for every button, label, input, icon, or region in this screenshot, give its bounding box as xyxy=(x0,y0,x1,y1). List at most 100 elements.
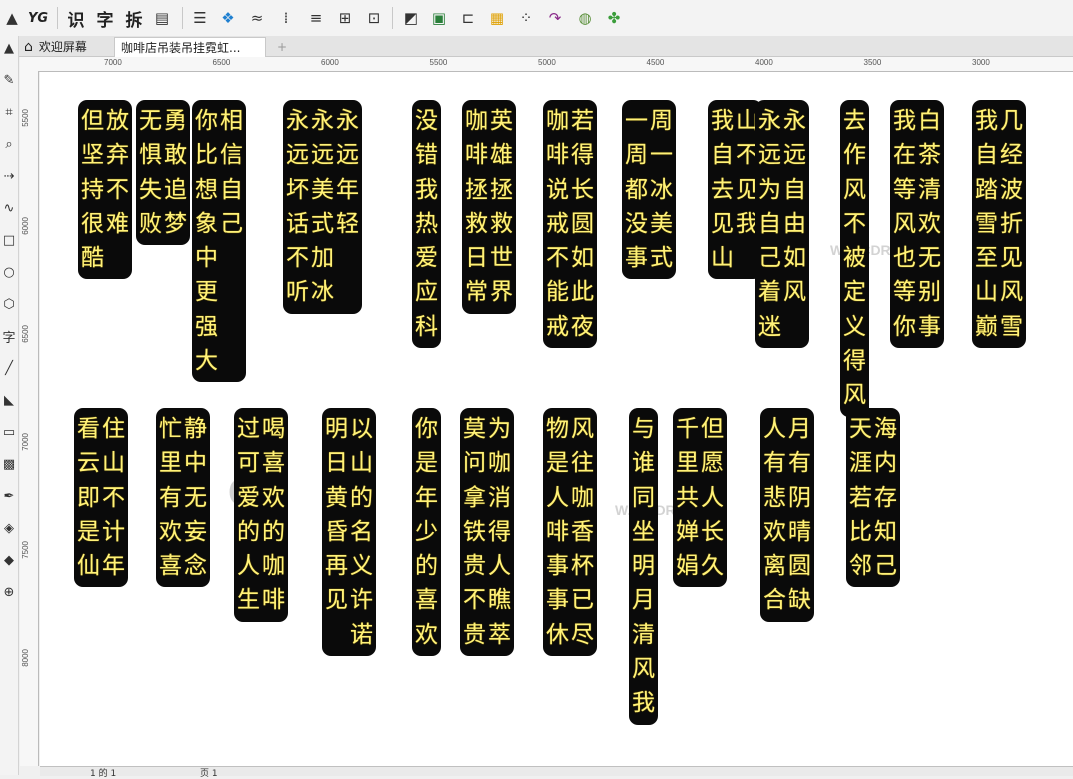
text-column: 白茶清欢无别事白茶清欢无别事 xyxy=(918,104,941,344)
toolbox-tool-icon[interactable]: ⌗ xyxy=(1,104,17,120)
toolbox-tool-icon[interactable]: ⌕ xyxy=(1,136,17,152)
neon-char: 莫 xyxy=(463,416,486,442)
neon-char: 茶 xyxy=(918,142,941,169)
text-columns-icon[interactable]: ⊏ xyxy=(458,8,478,28)
globe-icon[interactable]: ◍ xyxy=(575,8,595,28)
distribute-icon[interactable]: ⁞ xyxy=(276,8,296,28)
page-icon[interactable]: ▤ xyxy=(152,8,172,28)
neon-text-strip[interactable]: 白茶清欢无别事白茶清欢无别事我在等风也等你我在等风也等你 xyxy=(890,100,944,349)
toolbox-tool-icon[interactable]: ✒ xyxy=(1,488,17,504)
toolbox-tool-icon[interactable]: ∿ xyxy=(1,200,17,216)
toolbox-tool-icon[interactable]: ◈ xyxy=(1,520,17,536)
neon-char: 过 xyxy=(237,416,260,442)
neon-text-strip[interactable]: 英雄拯救世界英雄拯救世界咖啡拯救日常咖啡拯救日常 xyxy=(462,100,516,314)
neon-text-strip[interactable]: 为咖消得人瞧萃为咖消得人瞧萃莫问拿铁贵不贵莫问拿铁贵不贵 xyxy=(460,408,514,657)
image-icon[interactable]: ▣ xyxy=(429,8,449,28)
toolbox-tool-icon[interactable]: ⇢ xyxy=(1,168,17,184)
text-column: 无惧失败无惧失败 xyxy=(139,104,162,241)
neon-char: 不 xyxy=(463,587,486,614)
text-column: 明日黄昏再见明日黄昏再见 xyxy=(325,412,348,652)
align-icon[interactable]: ⊞ xyxy=(335,8,355,28)
neon-text-strip[interactable]: 没错我热爱应科没错我热爱应科 xyxy=(412,100,441,349)
neon-char: 着 xyxy=(758,279,781,306)
yg-plugin-icon[interactable]: YG xyxy=(28,8,48,28)
neon-text-strip[interactable]: 海内存知己海内存知己天涯若比邻天涯若比邻 xyxy=(846,408,900,588)
neon-text-strip[interactable]: 月有阴晴圆缺月有阴晴圆缺人有悲欢离合人有悲欢离合 xyxy=(760,408,814,622)
neon-char: 名 xyxy=(350,518,373,545)
neon-char: 诺 xyxy=(350,621,373,648)
neon-char: 有 xyxy=(159,484,182,511)
char-button[interactable]: 字 xyxy=(95,8,115,31)
neon-char: 巅 xyxy=(975,313,998,340)
neon-text-strip[interactable]: 永远年轻永远年轻永远美式加冰永远美式加冰永远坏话不听永远坏话不听 xyxy=(283,100,362,314)
toolbox-tool-icon[interactable]: ✎ xyxy=(1,72,17,88)
neon-text-strip[interactable]: 勇敢追梦勇敢追梦无惧失败无惧失败 xyxy=(136,100,190,246)
neon-text-strip[interactable]: 喝喜欢的咖啡喝喜欢的咖啡过可爱的人生过可爱的人生 xyxy=(234,408,288,622)
neon-text-strip[interactable]: 山不见我山不见我我自去见山我自去见山 xyxy=(708,100,762,280)
redo-icon[interactable]: ↷ xyxy=(545,8,565,28)
neon-char: 冰 xyxy=(311,279,334,306)
toolbox: ▲ ✎ ⌗ ⌕ ⇢ ∿ □ ○ ⬡ 字 ╱ ◣ ▭ ▩ ✒ ◈ ◆ ⊕ xyxy=(0,36,19,775)
neon-char: 事 xyxy=(546,553,569,580)
tab-welcome[interactable]: ⌂ 欢迎屏幕 xyxy=(20,37,112,56)
neon-char: 己 xyxy=(874,553,897,580)
neon-text-strip[interactable]: 周一冰美式周一冰美式一周都没事一周都没事 xyxy=(622,100,676,280)
neon-char: 晴 xyxy=(788,518,811,545)
tab-document[interactable]: 咖啡店吊装吊挂霓虹... xyxy=(114,37,266,57)
neon-text-strip[interactable]: 住山不计年住山不计年看云即是仙看云即是仙 xyxy=(74,408,128,588)
neon-text-strip[interactable]: 去作风不被定义得风去作风不被定义得风 xyxy=(840,100,869,417)
neon-text-strip[interactable]: 你是年少的喜欢你是年少的喜欢 xyxy=(412,408,441,657)
neon-text-strip[interactable]: 若得长圆如此夜若得长圆如此夜咖啡说戒不能戒咖啡说戒不能戒 xyxy=(543,100,597,349)
page-navigator[interactable]: 1 的 1 xyxy=(90,766,116,779)
neon-text-strip[interactable]: 以山的名义许诺以山的名义许诺明日黄昏再见明日黄昏再见 xyxy=(322,408,376,657)
neon-text-strip[interactable]: 几经波折见风雪几经波折见风雪我自踏雪至山巅我自踏雪至山巅 xyxy=(972,100,1026,349)
neon-char: 杯 xyxy=(571,553,594,580)
drawing-canvas[interactable]: CD CD W.C.CDR.CO W.C.CDR.CO 放弃不难放弃不难但坚持很… xyxy=(40,72,1073,766)
toolbox-tool-icon[interactable]: ▭ xyxy=(1,424,17,440)
toolbox-tool-icon[interactable]: ╱ xyxy=(1,360,17,376)
neon-text-strip[interactable]: 永远自由如风永远自由如风永远为自己着迷永远为自己着迷 xyxy=(755,100,809,349)
list-icon[interactable]: ☰ xyxy=(190,8,210,28)
neon-text-strip[interactable]: 但愿人长久但愿人长久千里共婵娟千里共婵娟 xyxy=(673,408,727,588)
toolbox-tool-icon[interactable]: 字 xyxy=(1,328,17,346)
recognize-button[interactable]: 识 xyxy=(66,8,86,31)
neon-text-strip[interactable]: 放弃不难放弃不难但坚持很酷但坚持很酷 xyxy=(78,100,132,280)
neon-text-strip[interactable]: 静中无妄念静中无妄念忙里有欢喜忙里有欢喜 xyxy=(156,408,210,588)
toolbox-tool-icon[interactable]: ⬡ xyxy=(1,296,17,312)
split-button[interactable]: 拆 xyxy=(124,8,144,31)
neon-char: 昏 xyxy=(325,518,348,545)
lines-icon[interactable]: ≡ xyxy=(306,8,326,28)
neon-char: 周 xyxy=(625,142,648,169)
select-frame-icon[interactable]: ⊡ xyxy=(364,8,384,28)
neon-char: 山 xyxy=(711,245,734,272)
neon-text-strip[interactable]: 相信自己相信自己你比想象中更强大你比想象中更强大 xyxy=(192,100,246,383)
neon-char: 由 xyxy=(783,210,806,237)
neon-char: 为 xyxy=(758,176,781,203)
neon-char: 强 xyxy=(195,313,218,340)
neon-char: 去 xyxy=(843,108,866,134)
pattern-icon[interactable]: ❖ xyxy=(218,8,238,28)
toolbox-tool-icon[interactable]: ◆ xyxy=(1,552,17,568)
neon-char: 得 xyxy=(488,518,511,545)
toolbox-tool-icon[interactable]: ◣ xyxy=(1,392,17,408)
text-column: 若得长圆如此夜若得长圆如此夜 xyxy=(571,104,594,344)
page-tab[interactable]: 页 1 xyxy=(200,766,218,779)
grid-icon[interactable]: ▦ xyxy=(487,8,507,28)
toolbox-tool-icon[interactable]: ○ xyxy=(1,264,17,280)
neon-char: 人 xyxy=(546,484,569,511)
color-shapes-icon[interactable]: ◩ xyxy=(401,8,421,28)
new-tab-button[interactable]: + xyxy=(274,37,290,56)
toolbox-tool-icon[interactable]: ▩ xyxy=(1,456,17,472)
dots-icon[interactable]: ⁘ xyxy=(516,8,536,28)
neon-char: 在 xyxy=(893,142,916,169)
pick-tool-icon[interactable]: ▲ xyxy=(2,8,22,28)
toolbox-tool-icon[interactable]: ⊕ xyxy=(1,584,17,600)
curve-icon[interactable]: ≈ xyxy=(247,8,267,28)
neon-char: 喜 xyxy=(262,450,285,477)
toolbox-tool-icon[interactable]: ▲ xyxy=(1,40,17,56)
neon-text-strip[interactable]: 风往咖香杯已尽风往咖香杯已尽物是人啡事事休物是人啡事事休 xyxy=(543,408,597,657)
neon-text-strip[interactable]: 与谁同坐明月清风我与谁同坐明月清风我 xyxy=(629,408,658,725)
text-column: 与谁同坐明月清风我与谁同坐明月清风我 xyxy=(632,412,655,721)
puzzle-icon[interactable]: ✤ xyxy=(604,8,624,28)
toolbox-tool-icon[interactable]: □ xyxy=(1,232,17,248)
